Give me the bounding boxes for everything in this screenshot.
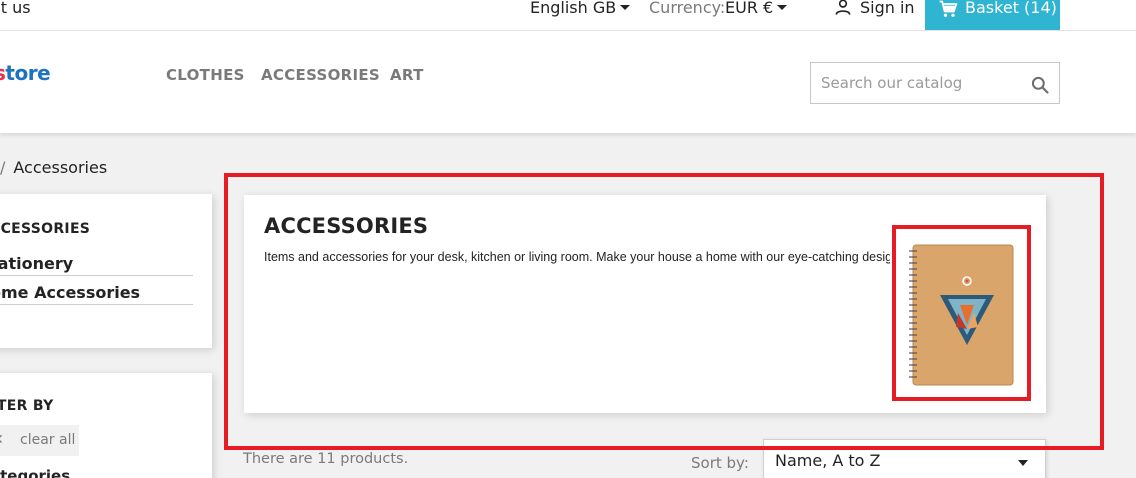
facet-categories-label: ategories	[0, 467, 71, 478]
category-header-block: ACCESSORIES Items and accessories for yo…	[244, 195, 1046, 413]
product-count: There are 11 products.	[243, 451, 409, 467]
sort-select[interactable]: Name, A to Z	[763, 439, 1046, 478]
search-input[interactable]	[811, 63, 1021, 103]
chevron-down-icon	[777, 4, 788, 10]
currency-value: EUR €	[725, 0, 774, 17]
filter-title: LTER BY	[0, 398, 54, 414]
category-tree-title[interactable]: CCESSORIES	[0, 221, 90, 237]
breadcrumb-current: Accessories	[13, 158, 108, 177]
currency-label: Currency:	[649, 0, 726, 17]
breadcrumb-separator: /	[0, 158, 6, 177]
contact-us-link[interactable]: ct us	[0, 0, 31, 17]
breadcrumb: / Accessories	[0, 158, 107, 177]
sort-select-value: Name, A to Z	[775, 451, 881, 470]
clear-all-button[interactable]: ✕ clear all	[0, 425, 79, 456]
category-link-stationery[interactable]: tationery	[0, 254, 193, 276]
caret-down-icon	[1018, 460, 1028, 466]
language-label: English GB	[530, 0, 617, 17]
cart-icon	[939, 0, 958, 17]
currency-selector[interactable]: EUR €	[725, 0, 788, 17]
logo-text-blue: tore	[5, 61, 51, 85]
top-utility-bar: ct us English GB Currency: EUR € Sign in…	[0, 0, 1136, 31]
chevron-down-icon	[620, 4, 631, 10]
filter-card: LTER BY ✕ clear all ategories	[0, 373, 212, 478]
nav-clothes[interactable]: CLOTHES	[166, 66, 245, 84]
search-icon[interactable]	[1030, 75, 1050, 95]
user-icon[interactable]	[833, 0, 853, 17]
sort-by-label: Sort by:	[691, 454, 749, 472]
basket-button[interactable]: Basket (14)	[925, 0, 1060, 30]
basket-label: Basket (14)	[965, 0, 1057, 17]
category-description: Items and accessories for your desk, kit…	[264, 250, 890, 264]
site-header: store CLOTHES ACCESSORIES ART	[0, 31, 1136, 133]
nav-art[interactable]: ART	[390, 66, 424, 84]
nav-accessories[interactable]: ACCESSORIES	[261, 66, 380, 84]
sign-in-link[interactable]: Sign in	[860, 0, 915, 17]
language-selector[interactable]: English GB	[530, 0, 631, 17]
category-link-home-accessories[interactable]: ome Accessories	[0, 283, 193, 305]
search-box	[810, 62, 1060, 104]
store-logo[interactable]: store	[0, 61, 51, 85]
category-tree-card: CCESSORIES tationery ome Accessories	[0, 194, 212, 348]
close-icon: ✕	[0, 432, 4, 448]
clear-all-label: clear all	[20, 432, 76, 448]
category-cover-image	[909, 244, 1014, 386]
category-title: ACCESSORIES	[264, 214, 429, 238]
